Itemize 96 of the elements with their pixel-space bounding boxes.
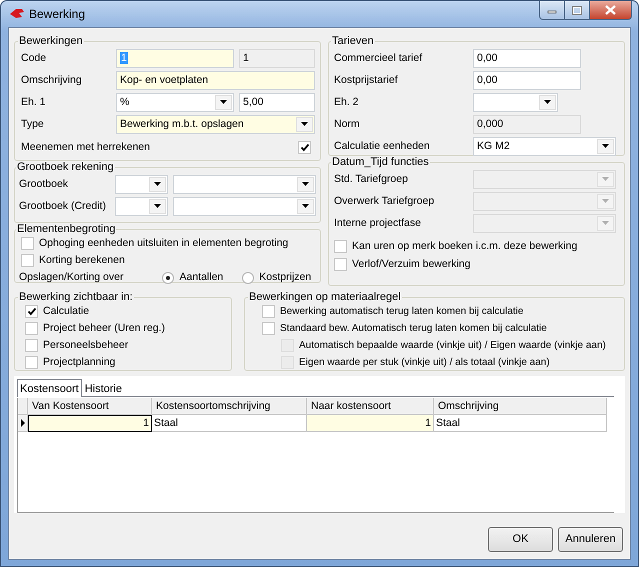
caret-icon [154,204,161,208]
text-field[interactable]: 0,00 [473,70,581,90]
text-field[interactable]: 5,00 [239,92,315,112]
grid-corner [18,398,28,415]
table-cell: Staal [434,415,607,432]
group-title: Elementenbegroting [16,223,116,235]
column-header[interactable]: Van Kostensoort [28,398,152,415]
text-field[interactable]: 0,00 [473,48,581,68]
field-label: Grootboek (Credit) [19,200,107,212]
row-header[interactable] [18,415,28,432]
dropdown[interactable] [173,174,316,194]
column-header[interactable]: Kostensoortomschrijving [152,398,307,415]
field-label: Kostprijstarief [334,74,399,86]
group-title: Datum_Tijd functies [331,156,430,168]
checkbox-label: Korting berekenen [39,254,125,267]
caret-icon [602,144,609,148]
checkbox-label: Bewerking automatisch terug laten komen bij calculatie [280,306,524,318]
checkbox-label: Kan uren op merk boeken i.c.m. deze bewerking [352,240,578,252]
field-label: Norm [334,118,361,130]
checkbox[interactable] [25,322,38,335]
group-title: Grootboek rekening [16,161,115,173]
table-cell: Staal [152,415,307,432]
window-title: Bewerking [29,7,86,22]
radio-group-label: Opslagen/Korting over [19,271,124,284]
tab[interactable]: Historie [82,380,125,396]
ok-button[interactable]: OK [488,527,553,552]
caret-icon [602,221,609,225]
dropdown[interactable] [115,196,168,216]
checkbox-label: Ophoging eenheden uitsluiten in elementen begroting [39,237,288,250]
caret-icon [220,100,227,104]
maximize-icon [572,6,582,14]
app-logo-icon [9,6,25,20]
column-header[interactable]: Naar kostensoort [307,398,434,415]
table-cell: 1 [307,415,434,432]
field-label: Overwerk Tariefgroep [334,194,436,208]
checkbox[interactable] [262,305,275,318]
minimize-button[interactable] [539,1,565,20]
tab[interactable]: Kostensoort [17,379,82,397]
group-title: Bewerking zichtbaar in: [18,291,134,303]
checkbox[interactable] [262,322,275,335]
dropdown[interactable]: Bewerking m.b.t. opslagen [116,114,315,134]
caret-icon [301,122,308,126]
radio-button[interactable] [242,272,254,284]
checkbox-label: Eigen waarde per stuk (vinkje uit) / als totaal (vinkje aan) [299,356,550,368]
checkbox-label: Personeelsbeheer [43,339,128,352]
group-title: Bewerkingen op materiaalregel [248,291,402,303]
table-cell: 1 [28,415,152,432]
caret-icon [154,182,161,186]
caret-icon [602,199,609,203]
dropdown[interactable]: % [116,92,234,112]
group-title: Bewerkingen [18,35,84,47]
close-icon [605,5,616,15]
column-header[interactable]: Omschrijving [434,398,607,415]
checkbox[interactable] [25,356,38,369]
checkbox-label: Standaard bew. Automatisch terug laten komen bij calculatie [280,322,547,334]
caret-icon [302,204,309,208]
text-field[interactable]: 1 [239,48,315,68]
group-title: Tarieven [331,35,375,47]
checkbox[interactable] [25,339,38,352]
field-label: Grootboek [19,178,70,190]
checkbox-label: Meenemen met herrekenen [21,141,150,154]
field-label: Std. Tariefgroep [334,172,409,186]
field-label: Code [21,52,48,64]
checkbox-label: Verlof/Verzuim bewerking [352,258,470,270]
checkbox[interactable] [21,237,34,250]
radio-label: Aantallen [179,271,224,284]
dropdown[interactable] [173,196,316,216]
cancel-button[interactable]: Annuleren [558,527,623,552]
checkbox-label: Calculatie [43,305,90,318]
field-label: Eh. 1 [21,96,47,108]
field-label: Type [21,118,45,130]
text-field[interactable]: 0,000 [473,114,581,134]
field-label: Commercieel tarief [334,52,424,64]
checkbox[interactable] [334,258,347,270]
checkbox[interactable] [298,141,311,154]
checkbox[interactable] [334,240,347,252]
field-label: Eh. 2 [334,96,360,108]
checkbox-label: Projectplanning [43,356,116,369]
checkbox[interactable] [25,305,38,318]
text-field[interactable]: Kop- en voetplaten [116,70,315,90]
caret-icon [302,182,309,186]
dropdown[interactable]: KG M2 [473,136,616,156]
close-button[interactable] [590,1,632,20]
field-label: Omschrijving [21,74,83,86]
field-label: Calculatie eenheden [334,140,431,152]
checkbox[interactable] [21,254,34,267]
dropdown[interactable] [473,92,558,112]
field-label: Interne projectfase [334,216,422,230]
checkbox-label: Project beheer (Uren reg.) [43,322,165,335]
maximize-button[interactable] [565,1,590,20]
radio-button[interactable] [162,272,174,284]
radio-label: Kostprijzen [259,271,312,284]
caret-icon [602,177,609,181]
caret-icon [544,100,551,104]
checkbox-label: Automatisch bepaalde waarde (vinkje uit) / Eigen waarde (vinkje aan) [299,340,606,352]
dropdown[interactable] [115,174,168,194]
